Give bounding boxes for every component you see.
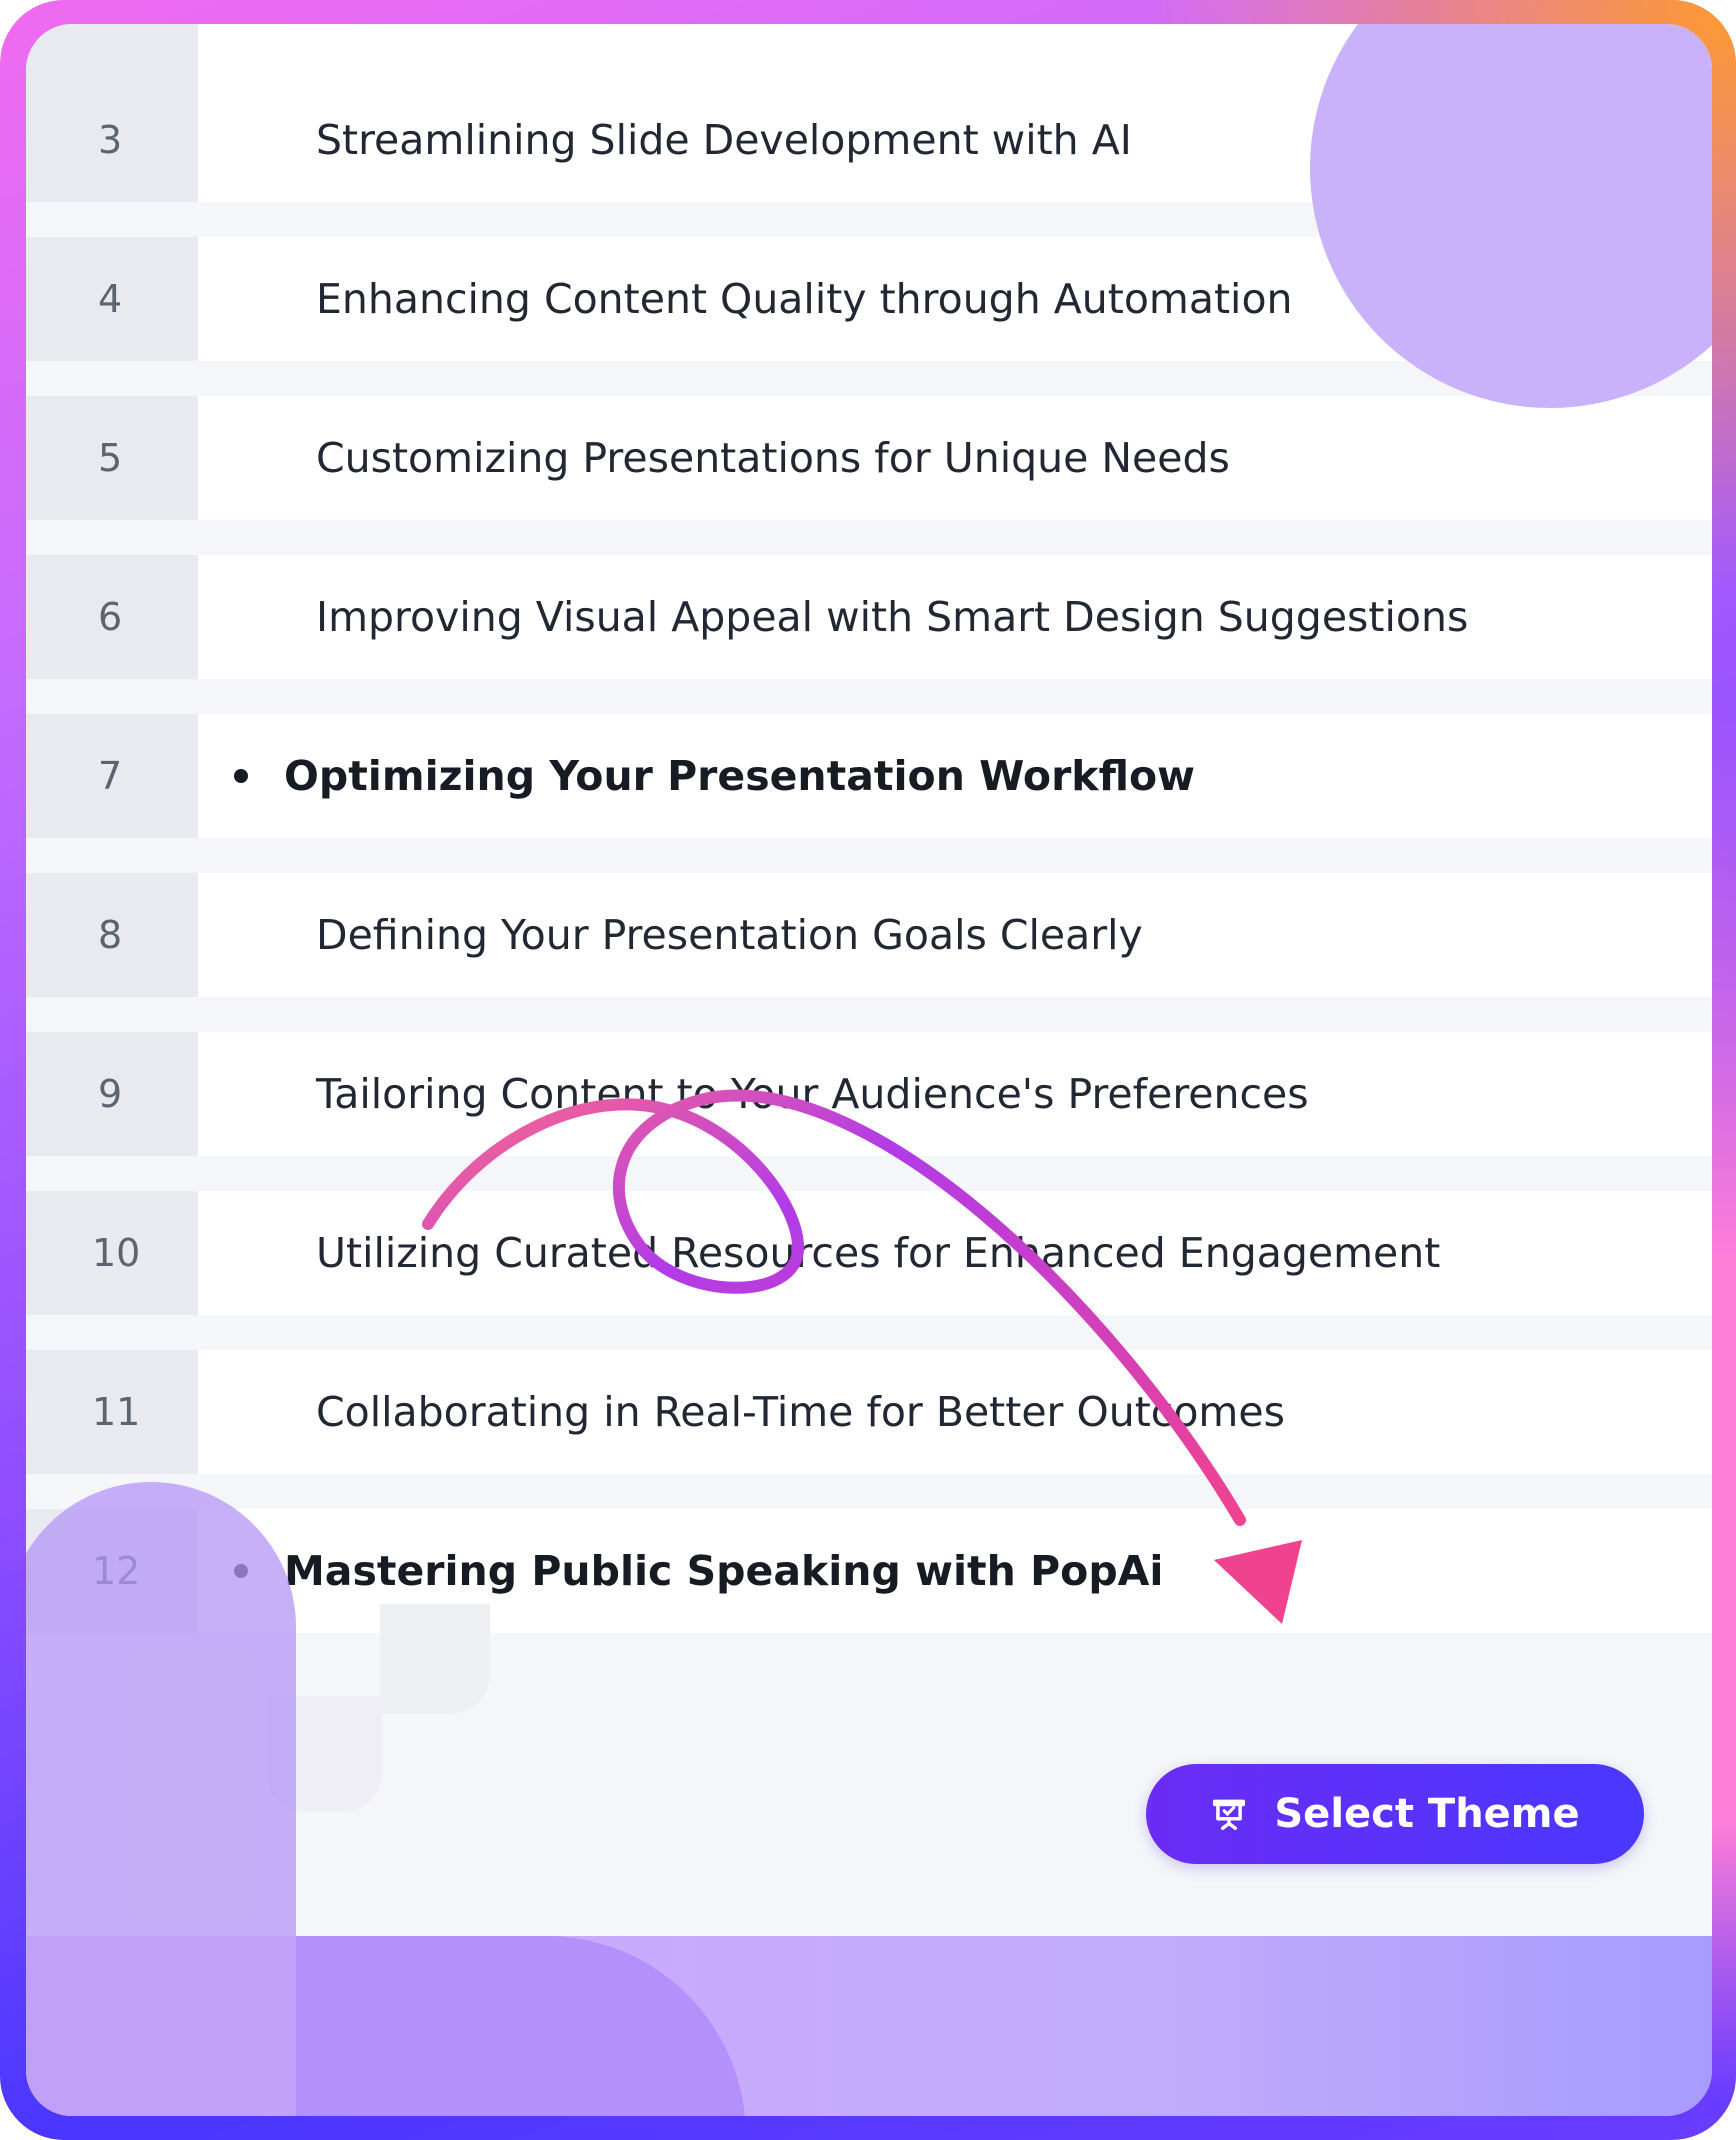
curved-arrow-annotation (422, 1089, 1302, 1624)
gradient-frame: 3 Streamlining Slide Development with AI 4… (0, 0, 1736, 2140)
arrow-stroke (422, 1089, 1246, 1526)
arrow-head (1214, 1540, 1302, 1624)
